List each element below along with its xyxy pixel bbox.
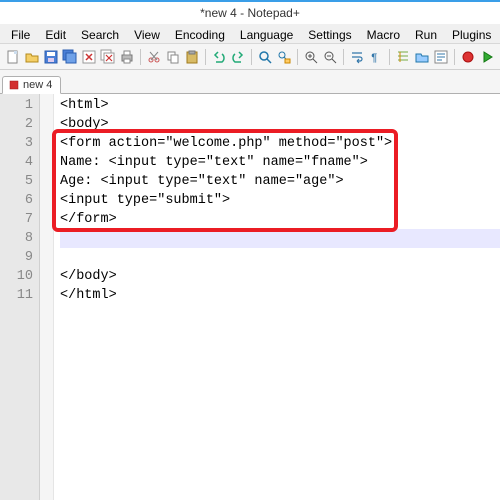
menu-edit[interactable]: Edit (38, 26, 73, 44)
word-wrap-icon[interactable] (349, 48, 366, 66)
save-all-icon[interactable] (61, 48, 78, 66)
paste-icon[interactable] (184, 48, 201, 66)
code-line[interactable]: <input type="submit"> (60, 191, 500, 210)
toolbar-separator (203, 48, 209, 66)
menu-macro[interactable]: Macro (360, 26, 407, 44)
menu-run[interactable]: Run (408, 26, 444, 44)
undo-icon[interactable] (211, 48, 228, 66)
open-file-icon[interactable] (23, 48, 40, 66)
line-number: 1 (0, 96, 33, 115)
menubar: FileEditSearchViewEncodingLanguageSettin… (0, 24, 500, 44)
window-title: *new 4 - Notepad+ (200, 6, 300, 20)
code-line[interactable]: Name: <input type="text" name="fname"> (60, 153, 500, 172)
code-line[interactable] (60, 229, 500, 248)
code-line[interactable]: <body> (60, 115, 500, 134)
line-number-gutter: 1234567891011 (0, 94, 40, 500)
code-line[interactable]: <html> (60, 96, 500, 115)
redo-icon[interactable] (230, 48, 247, 66)
line-number: 11 (0, 286, 33, 305)
print-icon[interactable] (119, 48, 136, 66)
line-number: 4 (0, 153, 33, 172)
tab-label: new 4 (23, 79, 52, 91)
zoom-in-icon[interactable] (303, 48, 320, 66)
code-line[interactable] (60, 248, 500, 267)
toolbar-separator (249, 48, 255, 66)
new-file-icon[interactable] (4, 48, 21, 66)
close-icon[interactable] (81, 48, 98, 66)
code-line[interactable]: </body> (60, 267, 500, 286)
function-list-icon[interactable] (433, 48, 450, 66)
code-line[interactable]: Age: <input type="text" name="age"> (60, 172, 500, 191)
indent-guide-icon[interactable] (394, 48, 411, 66)
menu-view[interactable]: View (127, 26, 167, 44)
svg-text:¶: ¶ (371, 53, 378, 65)
copy-icon[interactable] (165, 48, 182, 66)
editor[interactable]: 1234567891011 <html><body><form action="… (0, 94, 500, 500)
line-number: 5 (0, 172, 33, 191)
menu-plugins[interactable]: Plugins (445, 26, 498, 44)
save-icon[interactable] (42, 48, 59, 66)
line-number: 8 (0, 229, 33, 248)
show-all-chars-icon[interactable]: ¶ (368, 48, 385, 66)
record-macro-icon[interactable] (460, 48, 477, 66)
code-line[interactable]: </html> (60, 286, 500, 305)
find-icon[interactable] (257, 48, 274, 66)
toolbar-separator (452, 48, 458, 66)
code-area[interactable]: <html><body><form action="welcome.php" m… (54, 94, 500, 500)
fold-column (40, 94, 54, 500)
play-macro-icon[interactable] (479, 48, 496, 66)
toolbar-separator (138, 48, 144, 66)
cut-icon[interactable] (146, 48, 163, 66)
titlebar: *new 4 - Notepad+ (0, 2, 500, 24)
menu-search[interactable]: Search (74, 26, 126, 44)
menu-encoding[interactable]: Encoding (168, 26, 232, 44)
code-line[interactable]: </form> (60, 210, 500, 229)
menu-language[interactable]: Language (233, 26, 300, 44)
code-line[interactable]: <form action="welcome.php" method="post"… (60, 134, 500, 153)
line-number: 6 (0, 191, 33, 210)
toolbar-separator (387, 48, 393, 66)
zoom-out-icon[interactable] (322, 48, 339, 66)
line-number: 9 (0, 248, 33, 267)
line-number: 3 (0, 134, 33, 153)
tab-bar: new 4 (0, 70, 500, 94)
unsaved-dot-icon (9, 80, 19, 90)
menu-file[interactable]: File (4, 26, 37, 44)
toolbar-separator (295, 48, 301, 66)
close-all-icon[interactable] (100, 48, 117, 66)
toolbar-separator (341, 48, 347, 66)
line-number: 7 (0, 210, 33, 229)
menu-settings[interactable]: Settings (301, 26, 358, 44)
line-number: 2 (0, 115, 33, 134)
toolbar: ¶ (0, 44, 500, 70)
line-number: 10 (0, 267, 33, 286)
replace-icon[interactable] (276, 48, 293, 66)
folder-as-workspace-icon[interactable] (414, 48, 431, 66)
tab-new-4[interactable]: new 4 (2, 76, 61, 94)
